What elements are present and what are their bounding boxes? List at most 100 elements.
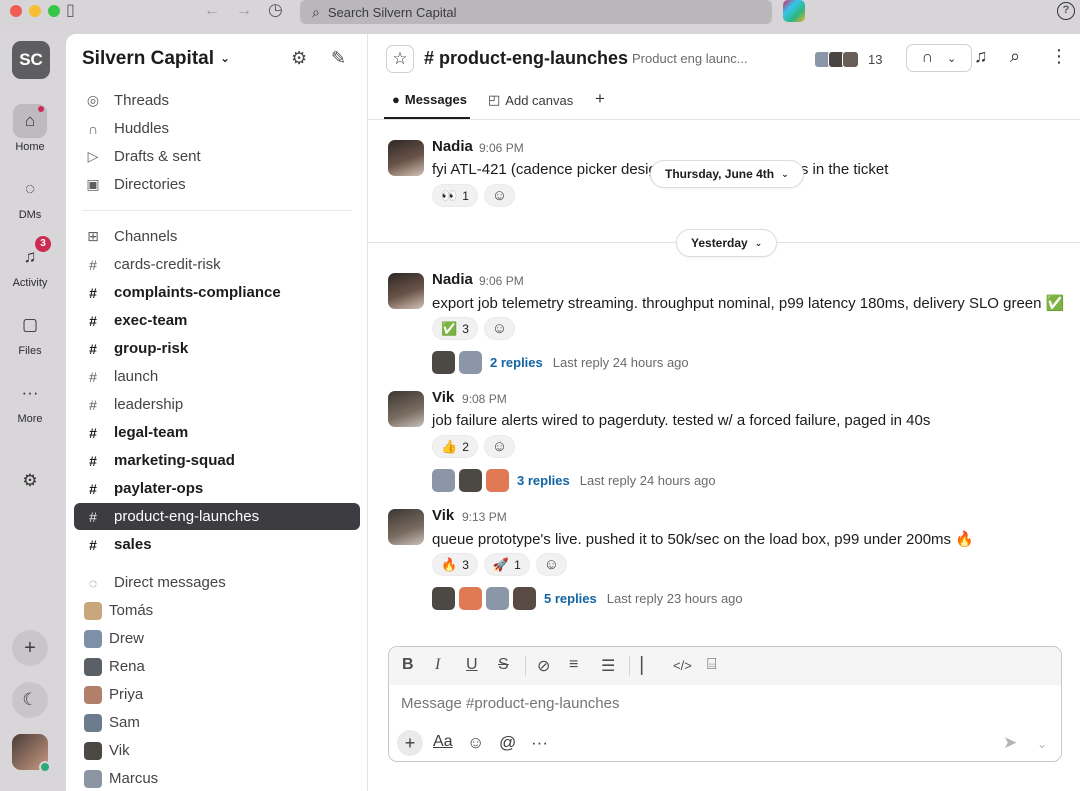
sidebar-channel-legal-team[interactable]: # legal-team — [74, 419, 360, 446]
sidebar-dm-priya[interactable]: Priya — [74, 681, 360, 708]
dm-section-header[interactable]: ◌ Direct messages — [74, 569, 360, 596]
sidebar-channel-product-eng-launches[interactable]: # product-eng-launches — [74, 503, 360, 530]
code-icon[interactable]: </> — [673, 658, 692, 673]
sidebar-channel-launch[interactable]: # launch — [74, 363, 360, 390]
tab-add-canvas[interactable]: ◰ Add canvas — [488, 92, 573, 108]
thread-replies-link[interactable]: 2 replies — [490, 355, 543, 370]
reaction-pill[interactable]: 👍 2 — [432, 435, 478, 458]
strikethrough-icon[interactable]: S — [498, 656, 509, 674]
author-avatar[interactable] — [388, 140, 424, 176]
add-reaction-icon[interactable]: ☺ — [535, 553, 568, 576]
back-arrow-icon[interactable]: ← — [204, 3, 220, 19]
bulleted-list-icon[interactable]: ☰ — [601, 656, 615, 676]
sidebar-channel-exec-team[interactable]: # exec-team — [74, 307, 360, 334]
bold-icon[interactable]: B — [402, 656, 414, 674]
channels-section-header[interactable]: ⊞ Channels — [74, 223, 360, 250]
workspace-name-button[interactable]: Silvern Capital ⌄ — [82, 48, 230, 70]
sidebar-dm-rena[interactable]: Rena — [74, 653, 360, 680]
add-reaction-icon[interactable]: ☺ — [483, 317, 516, 340]
sidebar-dm-vik[interactable]: Vik — [74, 737, 360, 764]
ordered-list-icon[interactable]: ≡ — [569, 656, 578, 674]
sidebar-item-huddles[interactable]: ∩ Huddles — [74, 115, 360, 142]
sidebar-channel-group-risk[interactable]: # group-risk — [74, 335, 360, 362]
sidebar-item-threads[interactable]: ◎ Threads — [74, 87, 360, 114]
user-avatar[interactable] — [12, 734, 51, 773]
reaction-pill[interactable]: 🚀 1 — [483, 553, 530, 576]
sidebar-dm-drew[interactable]: Drew — [74, 625, 360, 652]
add-reaction-icon[interactable]: ☺ — [483, 435, 516, 458]
code-block-icon[interactable]: ⌸ — [707, 656, 717, 674]
message-input[interactable] — [401, 695, 1001, 712]
thread-summary[interactable]: 3 replies Last reply 24 hours ago — [432, 468, 716, 492]
rail-item-files[interactable]: ▢ Files — [0, 308, 60, 357]
blockquote-icon[interactable]: ▏ — [641, 656, 653, 676]
sticky-date-divider[interactable]: Thursday, June 4th ⌄ — [650, 160, 804, 188]
sidebar-item-directories[interactable]: ▣ Directories — [74, 171, 360, 198]
help-icon[interactable]: ? — [1057, 2, 1075, 20]
more-actions-icon[interactable]: ··· — [531, 733, 548, 753]
thread-summary[interactable]: 2 replies Last reply 24 hours ago — [432, 350, 689, 374]
sidebar-channel-sales[interactable]: # sales — [74, 531, 360, 558]
send-options-chevron-icon[interactable]: ⌄ — [1037, 737, 1047, 751]
notification-bell-icon[interactable]: ♫ — [974, 46, 988, 67]
thread-summary[interactable]: 5 replies Last reply 23 hours ago — [432, 586, 743, 610]
minimize-window-button[interactable] — [29, 5, 41, 17]
add-reaction-icon[interactable]: ☺ — [483, 184, 516, 207]
members-button[interactable]: 13 — [808, 46, 888, 72]
sidebar-channel-marketing-squad[interactable]: # marketing-squad — [74, 447, 360, 474]
channel-description[interactable]: Product eng launc... — [632, 51, 748, 66]
sidebar-dm-marcus[interactable]: Marcus — [74, 765, 360, 791]
channel-title[interactable]: # product-eng-launches — [424, 48, 628, 69]
message-author[interactable]: Nadia — [432, 138, 473, 155]
rail-item-home[interactable]: ⌂ Home — [0, 104, 60, 153]
rail-item-settings[interactable]: ⚙ — [0, 464, 60, 501]
add-tab-button[interactable]: + — [595, 89, 605, 109]
gear-icon[interactable]: ⚙ — [291, 48, 307, 69]
thread-replies-link[interactable]: 3 replies — [517, 473, 570, 488]
mention-icon[interactable]: @ — [499, 733, 516, 753]
reaction-pill[interactable]: ✅ 3 — [432, 317, 478, 340]
message-time[interactable]: 9:06 PM — [479, 274, 524, 288]
italic-icon[interactable]: I — [435, 656, 440, 674]
history-icon[interactable]: ◷ — [268, 1, 283, 18]
workspace-switcher[interactable]: SC — [12, 41, 50, 79]
search-bar[interactable]: ⌕ Search Silvern Capital — [300, 0, 772, 24]
moon-icon[interactable]: ☾ — [12, 682, 48, 718]
sidebar-toggle-icon[interactable]: ▯ — [66, 3, 75, 19]
message-author[interactable]: Nadia — [432, 271, 473, 288]
emoji-icon[interactable]: ☺ — [467, 733, 484, 753]
author-avatar[interactable] — [388, 273, 424, 309]
sidebar-dm-sam[interactable]: Sam — [74, 709, 360, 736]
link-icon[interactable]: ⊘ — [537, 656, 550, 676]
underline-icon[interactable]: U — [466, 656, 478, 674]
close-window-button[interactable] — [10, 5, 22, 17]
kebab-menu-icon[interactable]: ⋮ — [1050, 46, 1068, 67]
message-time[interactable]: 9:08 PM — [462, 392, 507, 406]
sidebar-channel-complaints-compliance[interactable]: # complaints-compliance — [74, 279, 360, 306]
author-avatar[interactable] — [388, 509, 424, 545]
rail-item-dms[interactable]: ◌ DMs — [0, 172, 60, 221]
compose-icon[interactable]: ✎ — [331, 48, 346, 69]
date-divider-yesterday[interactable]: Yesterday ⌄ — [676, 229, 778, 257]
rail-item-more[interactable]: ··· More — [0, 376, 60, 425]
maximize-window-button[interactable] — [48, 5, 60, 17]
message-author[interactable]: Vik — [432, 507, 454, 524]
rail-item-activity[interactable]: ♫ 3 Activity — [0, 236, 60, 289]
sidebar-channel-cards-credit-risk[interactable]: # cards-credit-risk — [74, 251, 360, 278]
message-author[interactable]: Vik — [432, 389, 454, 406]
sidebar-item-drafts[interactable]: ▷ Drafts & sent — [74, 143, 360, 170]
thread-replies-link[interactable]: 5 replies — [544, 591, 597, 606]
sidebar-dm-tomás[interactable]: Tomás — [74, 597, 360, 624]
sidebar-channel-paylater-ops[interactable]: # paylater-ops — [74, 475, 360, 502]
reaction-pill[interactable]: 🔥 3 — [432, 553, 478, 576]
star-icon[interactable]: ☆ — [386, 45, 414, 73]
sidebar-channel-leadership[interactable]: # leadership — [74, 391, 360, 418]
tab-messages[interactable]: ● Messages — [392, 92, 467, 107]
author-avatar[interactable] — [388, 391, 424, 427]
reaction-pill[interactable]: 👀 1 — [432, 184, 478, 207]
formatting-toggle-button[interactable]: Aa — [433, 733, 453, 751]
forward-arrow-icon[interactable]: → — [236, 3, 252, 19]
search-icon[interactable]: ⌕ — [1010, 46, 1020, 67]
message-time[interactable]: 9:13 PM — [462, 510, 507, 524]
send-icon[interactable]: ➤ — [1003, 733, 1017, 753]
